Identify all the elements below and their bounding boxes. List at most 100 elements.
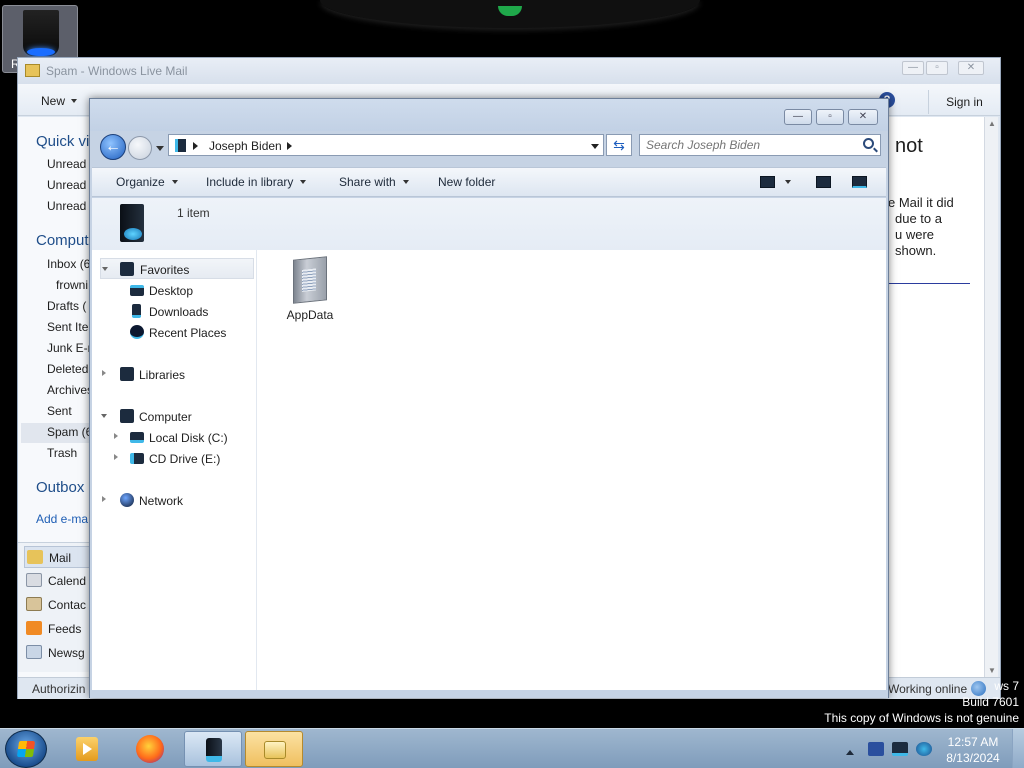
folder-item-appdata[interactable]: AppData [280,256,340,322]
search-icon[interactable] [863,138,874,149]
folder-item-junk[interactable]: Junk E-r [47,341,92,355]
mail-icon [27,550,43,564]
address-history-dropdown[interactable] [591,144,599,153]
reading-pane-scrollbar[interactable]: ▲ ▼ [984,117,998,677]
change-view-icon[interactable] [760,176,775,188]
view-options-dropdown[interactable] [785,180,791,187]
expand-arrow-icon[interactable] [114,454,121,460]
search-box[interactable] [639,134,881,156]
taskbar-media-player[interactable] [58,731,116,767]
explorer-frame-bottom [90,691,888,698]
tree-item-downloads[interactable]: Downloads [92,301,257,322]
new-folder-button[interactable]: New folder [438,175,495,189]
address-bar[interactable]: Joseph Biden [168,134,604,156]
tree-item-network[interactable]: Network [92,490,257,511]
quick-views-heading[interactable]: Quick vi [36,133,89,150]
folder-item-sent-items[interactable]: Sent Iter [47,320,92,334]
folder-item[interactable]: frowni [56,278,88,292]
organize-button[interactable]: Organize [116,175,178,189]
mail-maximize-button[interactable]: ▫ [926,61,948,75]
desktop-top-ornament [320,0,700,28]
tree-item-desktop[interactable]: Desktop [92,280,257,301]
tree-item-libraries[interactable]: Libraries [92,364,257,385]
show-desktop-button[interactable] [1012,729,1024,768]
start-button[interactable] [5,730,47,768]
minimize-button[interactable]: — [784,109,812,125]
tree-item-local-disk[interactable]: Local Disk (C:) [92,427,257,448]
close-button[interactable]: ✕ [848,109,878,125]
preview-pane-icon[interactable] [816,176,831,188]
tree-item-computer[interactable]: Computer [92,406,257,427]
add-email-account-link[interactable]: Add e-ma [36,512,88,526]
new-button[interactable]: New [41,94,77,108]
scroll-up-icon[interactable]: ▲ [988,119,996,128]
reading-pane-message: e Mail it did due to a u were shown. [888,195,954,258]
folder-item-inbox[interactable]: Inbox (6 [47,257,90,271]
nav-feeds[interactable]: Feeds [24,618,94,640]
mail-close-button[interactable]: ✕ [958,61,984,75]
newsgroups-icon [26,645,42,659]
system-clock[interactable]: 12:57 AM 8/13/2024 [940,734,1006,766]
folder-item-trash[interactable]: Trash [47,446,77,460]
sign-in-button[interactable]: Sign in [928,90,1000,114]
share-with-button[interactable]: Share with [339,175,409,189]
breadcrumb-joseph-biden[interactable]: Joseph Biden [209,139,282,153]
folder-item-sent[interactable]: Sent [47,404,72,418]
tree-item-cd-drive[interactable]: CD Drive (E:) [92,448,257,469]
explorer-icon [206,738,222,762]
network-icon [120,493,134,507]
calendar-icon [26,573,42,587]
volume-tray-icon[interactable] [916,742,932,756]
help-icon[interactable] [852,176,867,188]
mail-icon [264,741,286,759]
navigation-pane: Favorites Desktop Downloads Recent Place… [92,250,257,690]
outbox-heading[interactable]: Outbox [36,479,84,496]
star-icon [120,262,134,276]
nav-calendar[interactable]: Calend [24,570,94,592]
explorer-window[interactable]: — ▫ ✕ ← Joseph Biden ⇆ Organize Include … [89,98,889,698]
folder-item-deleted[interactable]: Deleted [47,362,88,376]
folder-item-drafts[interactable]: Drafts ( [47,299,86,313]
tray-app-icon[interactable] [868,742,884,756]
taskbar-windows-live-mail[interactable] [245,731,303,767]
network-tray-icon[interactable] [892,742,908,756]
expand-arrow-icon[interactable] [114,433,121,439]
expand-arrow-icon[interactable] [102,267,108,274]
mail-minimize-button[interactable]: — [902,61,924,75]
nav-contacts[interactable]: Contac [24,594,94,616]
scroll-down-icon[interactable]: ▼ [988,666,996,675]
user-folder-icon [175,139,186,152]
folder-item[interactable]: Unread [47,199,86,213]
windows-genuine-watermark: ws 7 Build 7601 This copy of Windows is … [824,679,1019,725]
libraries-icon [120,367,134,381]
forward-button[interactable] [128,136,152,160]
folder-item-archives[interactable]: Archives [47,383,93,397]
show-hidden-icons-icon[interactable] [846,746,854,755]
folder-item[interactable]: Unread [47,178,86,192]
back-button[interactable]: ← [100,134,126,160]
taskbar-firefox[interactable] [121,731,179,767]
folder-item[interactable]: Unread [47,157,86,171]
folder-item-spam[interactable]: Spam (6 [47,425,92,439]
folder-header: 1 item [92,198,886,250]
include-in-library-button[interactable]: Include in library [206,175,306,189]
nav-mail[interactable]: Mail [24,546,94,568]
tree-item-favorites[interactable]: Favorites [100,258,254,279]
maximize-button[interactable]: ▫ [816,109,844,125]
firefox-icon [136,735,164,763]
search-input[interactable] [646,138,846,152]
taskbar: 12:57 AM 8/13/2024 [0,728,1024,768]
collapse-arrow-icon[interactable] [101,414,107,421]
recent-pages-dropdown[interactable] [156,146,164,155]
breadcrumb-arrow-icon[interactable] [193,142,202,150]
expand-arrow-icon[interactable] [102,370,109,376]
hard-disk-icon [130,432,144,443]
taskbar-explorer[interactable] [184,731,242,767]
expand-arrow-icon[interactable] [102,496,109,502]
nav-newsgroups[interactable]: Newsg [24,642,94,664]
refresh-button[interactable]: ⇆ [606,134,632,156]
computer-heading[interactable]: Comput [36,232,89,249]
tree-item-recent-places[interactable]: Recent Places [92,322,257,343]
mail-title-bar: Spam - Windows Live Mail — ▫ ✕ [18,58,1000,84]
breadcrumb-arrow-icon[interactable] [287,142,296,150]
